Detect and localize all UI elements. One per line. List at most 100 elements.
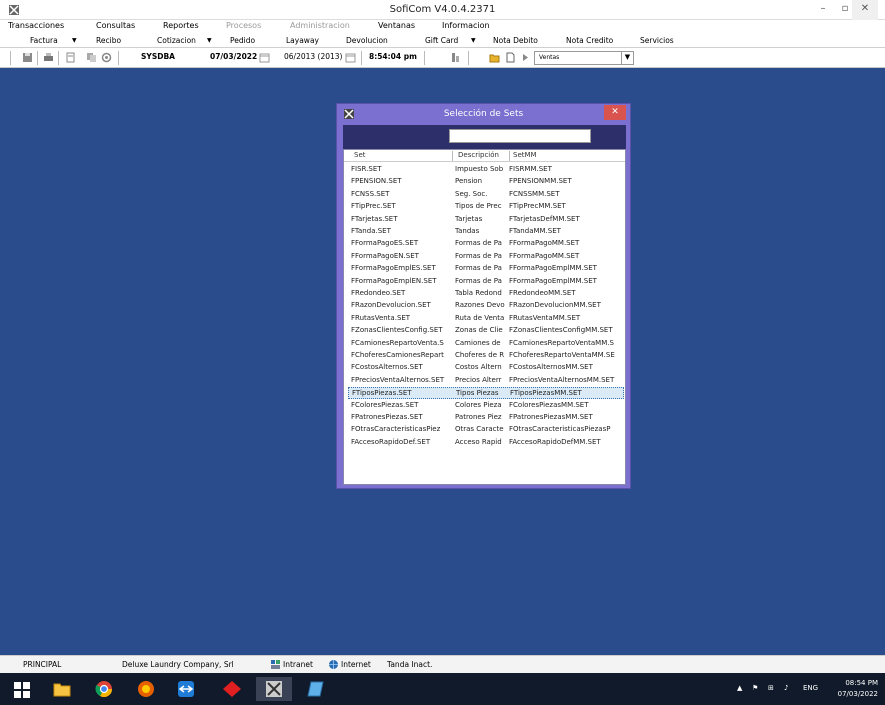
cell-descripcion: Costos Altern [455,363,502,372]
factura-button[interactable]: Factura [30,36,58,45]
column-separator[interactable] [509,151,510,161]
window-title: SofiCom V4.0.4.2371 [389,4,496,15]
save-icon[interactable] [22,52,33,63]
servicios-button[interactable]: Servicios [640,36,674,45]
gift-card-button[interactable]: Gift Card [425,36,458,45]
taskbar-file-explorer[interactable] [44,677,80,701]
table-row[interactable]: FFormaPagoES.SET Formas de Pa FFormaPagoMM… [348,238,624,250]
calendar-icon[interactable] [345,52,356,63]
table-row[interactable]: FZonasClientesConfig.SET Zonas de Clie FZo… [348,325,624,337]
new-document-icon[interactable] [505,52,516,63]
cotizacion-button[interactable]: Cotizacion [157,36,196,45]
network-tray-icon[interactable]: ⊞ [768,684,774,692]
taskbar-teamviewer[interactable] [168,677,204,701]
pedido-button[interactable]: Pedido [230,36,255,45]
table-row[interactable]: FAccesoRapidoDef.SET Acceso Rapid FAccesoR… [348,437,624,449]
cell-descripcion: Tabla Redond [455,289,502,297]
table-row[interactable]: FChoferesCamionesRepart Choferes de R FCho… [348,350,624,362]
volume-icon[interactable]: ♪ [784,684,788,692]
column-header-descripcion[interactable]: Descripción [458,151,499,159]
table-row[interactable]: FFormaPagoEmplES.SET Formas de Pa FFormaPa… [348,263,624,275]
dialog-close-button[interactable]: ✕ [604,105,626,120]
tray-chevron-up-icon[interactable]: ▲ [737,684,742,692]
cell-set: FTiposPiezas.SET [352,389,412,398]
table-row[interactable]: FTarjetas.SET Tarjetas FTarjetasDefMM.SET [348,214,624,226]
windows-start-icon[interactable] [14,682,30,698]
close-button[interactable]: ✕ [852,0,878,20]
table-row[interactable]: FPENSION.SET Pension FPENSIONMM.SET [348,176,624,188]
settings-icon[interactable] [101,52,112,63]
taskbar-soficom[interactable] [256,677,292,701]
table-row[interactable]: FRazonDevolucion.SET Razones Devo FRazonDe… [348,300,624,312]
nota-debito-button[interactable]: Nota Debito [493,36,538,45]
column-header-set[interactable]: Set [354,151,366,159]
cell-set: FCamionesRepartoVenta.S [351,338,444,347]
folder-open-icon[interactable] [489,52,500,63]
network-icon[interactable] [450,52,461,63]
dialog-title-bar: Selección de Sets ✕ [337,104,630,124]
preview-icon[interactable] [65,52,76,63]
gift-card-dropdown-icon[interactable]: ▼ [471,37,476,44]
menu-reportes[interactable]: Reportes [163,21,199,30]
menu-consultas[interactable]: Consultas [96,21,135,30]
taskbar-firefox[interactable] [128,677,164,701]
cell-setmm: FZonasClientesConfigMM.SET [509,326,613,335]
menu-administracion[interactable]: Administracion [290,21,350,30]
cell-setmm: FAccesoRapidoDefMM.SET [509,437,601,446]
table-row[interactable]: FColoresPiezas.SET Colores Pieza FColoresP… [348,400,624,412]
factura-dropdown-icon[interactable]: ▼ [72,37,77,44]
table-row[interactable]: FOtrasCaracteristicasPiez Otras Caracte FO… [348,424,624,436]
soficom-icon [266,681,282,697]
cell-setmm: FFormaPagoMM.SET [509,251,580,260]
language-indicator[interactable]: ENG [803,684,818,692]
taskbar-app-red[interactable] [214,677,250,701]
window-selector[interactable]: Ventas ▼ [534,51,634,65]
toolbar-separator [118,51,119,65]
table-row[interactable]: FISR.SET Impuesto Sob FISRMM.SET [348,164,624,176]
table-row[interactable]: FPreciosVentaAlternos.SET Precios Alterr F… [348,375,624,387]
copy-icon[interactable] [86,52,97,63]
cell-descripcion: Patrones Piez [455,413,502,421]
diamond-app-icon [223,681,241,697]
menu-ventanas[interactable]: Ventanas [378,21,415,30]
table-row[interactable]: FCamionesRepartoVenta.S Camiones de FCamio… [348,338,624,350]
search-input[interactable] [449,129,591,143]
flag-icon[interactable]: ⚑ [752,684,758,692]
calendar-icon[interactable] [259,52,270,63]
taskbar-chrome[interactable] [86,677,122,701]
table-row[interactable]: FTanda.SET Tandas FTandaMM.SET [348,226,624,238]
play-icon[interactable] [520,52,531,63]
table-row[interactable]: FCNSS.SET Seg. Soc. FCNSSMM.SET [348,189,624,201]
menu-transacciones[interactable]: Transacciones [8,21,64,30]
cell-descripcion: Tipos de Prec [455,202,502,211]
layaway-button[interactable]: Layaway [286,36,319,45]
chevron-down-icon[interactable]: ▼ [621,52,633,64]
table-row[interactable]: FPatronesPiezas.SET Patrones Piez FPatrone… [348,412,624,424]
table-row[interactable]: FTipPrec.SET Tipos de Prec FTipPrecMM.SET [348,201,624,213]
menu-procesos[interactable]: Procesos [226,21,261,30]
table-row[interactable]: FTiposPiezas.SET Tipos Piezas FTiposPiezas… [348,387,624,400]
nota-credito-button[interactable]: Nota Credito [566,36,613,45]
toolbar-separator [424,51,425,65]
minimize-button[interactable]: – [812,0,834,20]
print-icon[interactable] [43,52,54,63]
cell-set: FTanda.SET [351,227,391,235]
table-row[interactable]: FCostosAlternos.SET Costos Altern FCostosA… [348,362,624,374]
devolucion-button[interactable]: Devolucion [346,36,388,45]
table-row[interactable]: FRutasVenta.SET Ruta de Venta FRutasVentaM… [348,313,624,325]
taskbar-clock[interactable]: 08:54 PM 07/03/2022 [830,678,878,700]
column-separator[interactable] [452,151,453,161]
table-row[interactable]: FFormaPagoEmplEN.SET Formas de Pa FFormaPa… [348,276,624,288]
dialog-title: Selección de Sets [443,109,524,119]
cotizacion-dropdown-icon[interactable]: ▼ [207,37,212,44]
taskbar: ▲ ⚑ ⊞ ♪ ENG 08:54 PM 07/03/2022 [0,673,885,705]
taskbar-app-blue[interactable] [298,677,334,701]
toolbar: SYSDBA 07/03/2022 06/2013 (2013) 8:54:04… [0,48,885,68]
column-header-setmm[interactable]: SetMM [513,151,537,159]
menu-informacion[interactable]: Informacion [442,21,490,30]
table-row[interactable]: FRedondeo.SET Tabla Redond FRedondeoMM.SET [348,288,624,300]
recibo-button[interactable]: Recibo [96,36,121,45]
cell-descripcion: Formas de Pa [455,251,502,260]
table-row[interactable]: FFormaPagoEN.SET Formas de Pa FFormaPagoMM… [348,251,624,263]
clock-time: 08:54 PM [845,679,878,687]
